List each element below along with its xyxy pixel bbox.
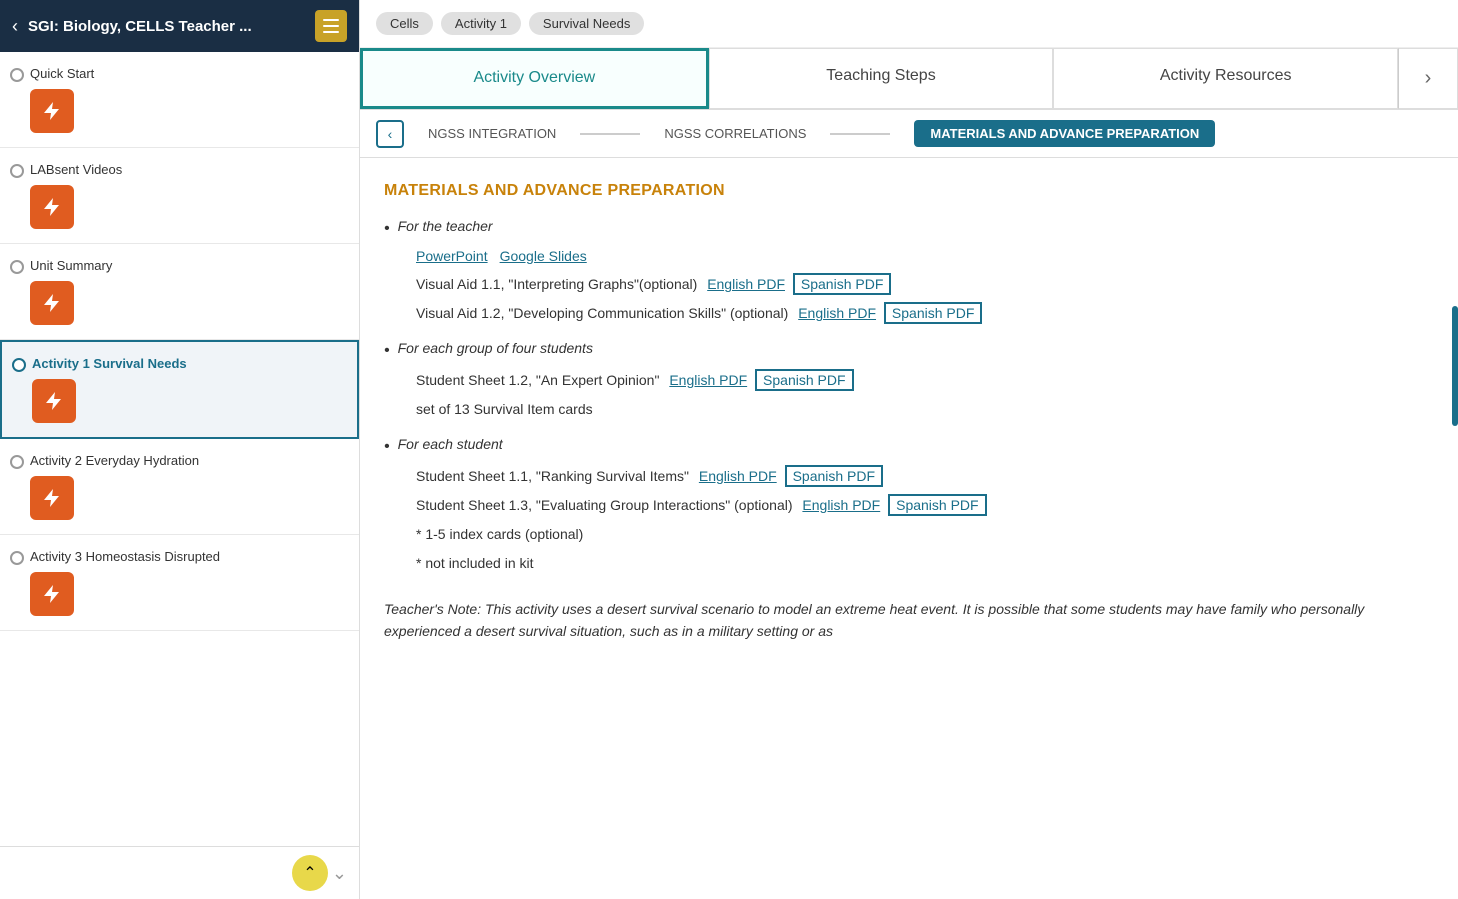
sub-nav-back-button[interactable]: ‹ (376, 120, 404, 148)
index-cards: * 1-5 index cards (optional) (416, 524, 1434, 545)
va11-english-pdf[interactable]: English PDF (707, 276, 785, 292)
breadcrumb: Cells Activity 1 Survival Needs (360, 0, 1458, 48)
va11-spanish-pdf[interactable]: Spanish PDF (793, 273, 891, 295)
sidebar-item-activity-2[interactable]: Activity 2 Everyday Hydration (0, 439, 359, 535)
nav-label-quick-start: Quick Start (30, 66, 343, 81)
student-sheet-1-2: Student Sheet 1.2, "An Expert Opinion" E… (416, 370, 1434, 391)
scrollbar-indicator[interactable] (1452, 306, 1458, 426)
breadcrumb-activity1[interactable]: Activity 1 (441, 12, 521, 35)
tab-activity-overview[interactable]: Activity Overview (360, 48, 709, 109)
teacher-note: Teacher's Note: This activity uses a des… (384, 598, 1434, 643)
sub-nav-divider-2 (830, 133, 890, 135)
va12-english-pdf[interactable]: English PDF (798, 305, 876, 321)
tab-activity-resources[interactable]: Activity Resources (1053, 48, 1398, 109)
section-for-teacher: • For the teacher PowerPoint Google Slid… (384, 218, 1434, 324)
nav-icon-quick-start[interactable] (30, 89, 74, 133)
sidebar-title: SGI: Biology, CELLS Teacher ... (28, 18, 305, 35)
nav-label-activity-3: Activity 3 Homeostasis Disrupted (30, 549, 343, 564)
sidebar-scroll-controls: ⌃ ⌄ (0, 846, 359, 899)
content-area: MATERIALS AND ADVANCE PREPARATION • For … (360, 158, 1458, 899)
sidebar-item-activity-3[interactable]: Activity 3 Homeostasis Disrupted (0, 535, 359, 631)
back-icon[interactable]: ‹ (12, 16, 18, 37)
sub-nav-ngss-correlations[interactable]: NGSS CORRELATIONS (664, 122, 806, 145)
sub-nav-divider-1 (580, 133, 640, 135)
breadcrumb-cells[interactable]: Cells (376, 12, 433, 35)
sidebar-header: ‹ SGI: Biology, CELLS Teacher ... (0, 0, 359, 52)
visual-aid-1-2: Visual Aid 1.2, "Developing Communicatio… (416, 303, 1434, 324)
tab-next-arrow[interactable]: › (1398, 48, 1458, 109)
for-group-label: For each group of four students (398, 340, 593, 356)
sidebar-item-unit-summary[interactable]: Unit Summary (0, 244, 359, 340)
google-slides-link[interactable]: Google Slides (500, 248, 587, 264)
ss13-spanish-pdf[interactable]: Spanish PDF (888, 494, 986, 516)
nav-label-activity-1: Activity 1 Survival Needs (32, 356, 341, 371)
student-sheet-1-3: Student Sheet 1.3, "Evaluating Group Int… (416, 495, 1434, 516)
nav-icon-labsent[interactable] (30, 185, 74, 229)
ss13-english-pdf[interactable]: English PDF (802, 497, 880, 513)
sidebar-item-activity-1[interactable]: Activity 1 Survival Needs (0, 340, 359, 439)
tab-teaching-steps[interactable]: Teaching Steps (709, 48, 1054, 109)
section-for-student: • For each student Student Sheet 1.1, "R… (384, 436, 1434, 574)
student-sheet-1-1: Student Sheet 1.1, "Ranking Survival Ite… (416, 466, 1434, 487)
nav-label-activity-2: Activity 2 Everyday Hydration (30, 453, 343, 468)
ss11-english-pdf[interactable]: English PDF (699, 468, 777, 484)
sub-nav: ‹ NGSS INTEGRATION NGSS CORRELATIONS MAT… (360, 110, 1458, 158)
nav-label-labsent: LABsent Videos (30, 162, 343, 177)
teacher-top-links: PowerPoint Google Slides (416, 248, 1434, 264)
nav-icon-activity-3[interactable] (30, 572, 74, 616)
powerpoint-link[interactable]: PowerPoint (416, 248, 488, 264)
visual-aid-1-1: Visual Aid 1.1, "Interpreting Graphs"(op… (416, 274, 1434, 295)
for-student-label: For each student (398, 436, 503, 452)
section-for-group: • For each group of four students Studen… (384, 340, 1434, 420)
scroll-up-button[interactable]: ⌃ (292, 855, 328, 891)
sub-nav-ngss-integration[interactable]: NGSS INTEGRATION (428, 122, 556, 145)
nav-label-unit-summary: Unit Summary (30, 258, 343, 273)
for-teacher-label: For the teacher (398, 218, 493, 234)
va12-spanish-pdf[interactable]: Spanish PDF (884, 302, 982, 324)
tab-bar: Activity Overview Teaching Steps Activit… (360, 48, 1458, 110)
sidebar-item-labsent[interactable]: LABsent Videos (0, 148, 359, 244)
sub-nav-materials[interactable]: MATERIALS AND ADVANCE PREPARATION (914, 120, 1215, 147)
ss12-spanish-pdf[interactable]: Spanish PDF (755, 369, 853, 391)
nav-icon-unit-summary[interactable] (30, 281, 74, 325)
survival-cards: set of 13 Survival Item cards (416, 399, 1434, 420)
nav-icon-activity-1[interactable] (32, 379, 76, 423)
section-title: MATERIALS AND ADVANCE PREPARATION (384, 182, 1434, 200)
ss11-spanish-pdf[interactable]: Spanish PDF (785, 465, 883, 487)
sidebar-item-quick-start[interactable]: Quick Start (0, 52, 359, 148)
nav-icon-activity-2[interactable] (30, 476, 74, 520)
sidebar: ‹ SGI: Biology, CELLS Teacher ... Quick … (0, 0, 360, 899)
not-in-kit: * not included in kit (416, 553, 1434, 574)
ss12-english-pdf[interactable]: English PDF (669, 372, 747, 388)
sidebar-nav: Quick Start LABsent Videos Unit Summary … (0, 52, 359, 846)
breadcrumb-survival[interactable]: Survival Needs (529, 12, 644, 35)
main-content: Cells Activity 1 Survival Needs Activity… (360, 0, 1458, 899)
materials-list: • For the teacher PowerPoint Google Slid… (384, 218, 1434, 574)
menu-icon-button[interactable] (315, 10, 347, 42)
